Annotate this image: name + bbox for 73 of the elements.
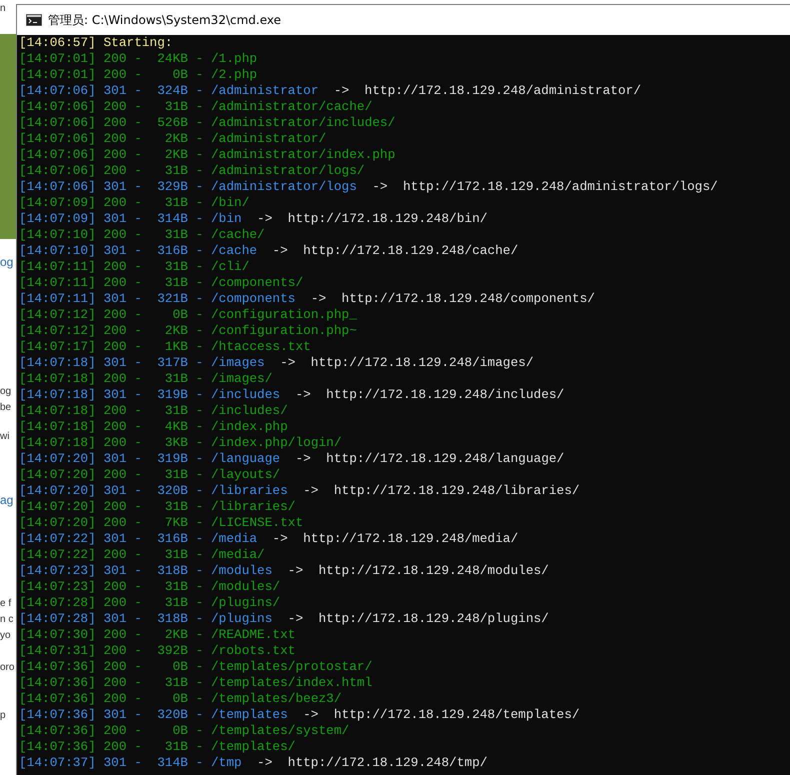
log-entry: [14:07:20] 200 - 31B - /layouts/	[19, 467, 280, 482]
log-entry: [14:07:06] 200 - 526B - /administrator/includes/	[19, 115, 396, 130]
page-text: n	[0, 2, 7, 16]
redirect-target: -> http://172.18.129.248/components/	[310, 291, 595, 306]
log-entry: [14:07:36] 200 - 0B - /templates/beez3/	[19, 691, 342, 706]
page-text: wi	[0, 430, 10, 444]
log-entry: [14:07:23] 200 - 31B - /modules/	[19, 579, 280, 594]
log-entry: [14:07:20] 301 - 320B - /libraries	[19, 483, 288, 498]
log-entry: [14:07:18] 200 - 3KB - /index.php/login/	[19, 435, 342, 450]
log-entry: [14:07:18] 301 - 319B - /includes	[19, 387, 280, 402]
redirect-target: -> http://172.18.129.248/media/	[272, 531, 518, 546]
page-text: ag	[0, 492, 14, 509]
log-entry: [14:07:01] 200 - 24KB - /1.php	[19, 51, 258, 66]
log-entry: [14:07:22] 301 - 316B - /media	[19, 531, 258, 546]
redirect-target: -> http://172.18.129.248/bin/	[257, 211, 488, 226]
page-text: p	[0, 709, 7, 723]
log-entry: [14:07:06] 200 - 2KB - /administrator/	[19, 131, 326, 146]
log-entry: [14:07:06] 200 - 31B - /administrator/logs/	[19, 163, 365, 178]
log-entry: [14:07:31] 200 - 392B - /robots.txt	[19, 643, 296, 658]
log-entry: [14:07:20] 200 - 31B - /libraries/	[19, 499, 296, 514]
log-entry: [14:07:09] 301 - 314B - /bin	[19, 211, 242, 226]
page-text: oro	[0, 661, 16, 675]
log-entry: [14:07:18] 301 - 317B - /images	[19, 355, 265, 370]
log-entry: [14:07:01] 200 - 0B - /2.php	[19, 67, 258, 82]
window-title: 管理员: C:\Windows\System32\cmd.exe	[48, 12, 281, 28]
redirect-target: -> http://172.18.129.248/cache/	[272, 243, 518, 258]
log-entry: [14:07:06] 200 - 2KB - /administrator/index.php	[19, 147, 396, 162]
log-entry: [14:07:30] 200 - 2KB - /README.txt	[19, 627, 296, 642]
log-entry: [14:07:36] 301 - 320B - /templates	[19, 707, 288, 722]
log-entry: [14:07:11] 200 - 31B - /components/	[19, 275, 304, 290]
log-entry: [14:07:36] 200 - 0B - /templates/system/	[19, 723, 350, 738]
log-entry: [14:07:18] 200 - 4KB - /index.php	[19, 419, 288, 434]
log-entry: [14:07:18] 200 - 31B - /images/	[19, 371, 272, 386]
log-entry: [14:07:37] 301 - 314B - /tmp	[19, 755, 242, 770]
page-text: n c	[0, 613, 14, 627]
log-entry: [14:07:20] 200 - 7KB - /LICENSE.txt	[19, 515, 304, 530]
page-text: yo	[0, 629, 12, 643]
log-entry: [14:07:10] 301 - 316B - /cache	[19, 243, 258, 258]
redirect-target: -> http://172.18.129.248/tmp/	[257, 755, 488, 770]
log-entry: [14:07:36] 200 - 31B - /templates/	[19, 739, 296, 754]
log-entry: [14:07:06] 200 - 31B - /administrator/cache/	[19, 99, 372, 114]
log-entry: [14:07:06] 301 - 324B - /administrator	[19, 83, 318, 98]
redirect-target: -> http://172.18.129.248/language/	[295, 451, 564, 466]
log-entry: [14:07:09] 200 - 31B - /bin/	[19, 195, 250, 210]
log-entry: [14:07:28] 200 - 31B - /plugins/	[19, 595, 280, 610]
console-icon	[26, 14, 42, 26]
redirect-target: -> http://172.18.129.248/templates/	[303, 707, 580, 722]
log-entry: [14:07:20] 301 - 319B - /language	[19, 451, 280, 466]
log-entry: [14:07:36] 200 - 31B - /templates/index.html	[19, 675, 372, 690]
redirect-target: -> http://172.18.129.248/includes/	[295, 387, 564, 402]
log-entry: [14:07:11] 301 - 321B - /components	[19, 291, 296, 306]
redirect-target: -> http://172.18.129.248/administrator/	[334, 83, 642, 98]
page-text: og	[0, 385, 12, 399]
log-entry: [14:07:18] 200 - 31B - /includes/	[19, 403, 288, 418]
log-entry: [14:07:36] 200 - 0B - /templates/protostar/	[19, 659, 372, 674]
log-entry: [14:07:12] 200 - 2KB - /configuration.php~	[19, 323, 357, 338]
redirect-target: -> http://172.18.129.248/libraries/	[303, 483, 580, 498]
redirect-target: -> http://172.18.129.248/images/	[280, 355, 534, 370]
log-entry: [14:07:17] 200 - 1KB - /htaccess.txt	[19, 339, 311, 354]
page-text: be	[0, 401, 12, 415]
page-text: og	[0, 254, 14, 271]
log-entry: [14:06:57] Starting:	[19, 35, 173, 50]
page-text: e f	[0, 597, 12, 611]
log-entry: [14:07:11] 200 - 31B - /cli/	[19, 259, 250, 274]
log-entry: [14:07:28] 301 - 318B - /plugins	[19, 611, 272, 626]
log-entry: [14:07:23] 301 - 318B - /modules	[19, 563, 272, 578]
redirect-target: -> http://172.18.129.248/plugins/	[288, 611, 549, 626]
log-entry: [14:07:06] 301 - 329B - /administrator/logs	[19, 179, 357, 194]
log-entry: [14:07:22] 200 - 31B - /media/	[19, 547, 265, 562]
log-entry: [14:07:10] 200 - 31B - /cache/	[19, 227, 265, 242]
log-entry: [14:07:12] 200 - 0B - /configuration.php_	[19, 307, 357, 322]
redirect-target: -> http://172.18.129.248/modules/	[288, 563, 549, 578]
redirect-target: -> http://172.18.129.248/administrator/logs/	[372, 179, 718, 194]
